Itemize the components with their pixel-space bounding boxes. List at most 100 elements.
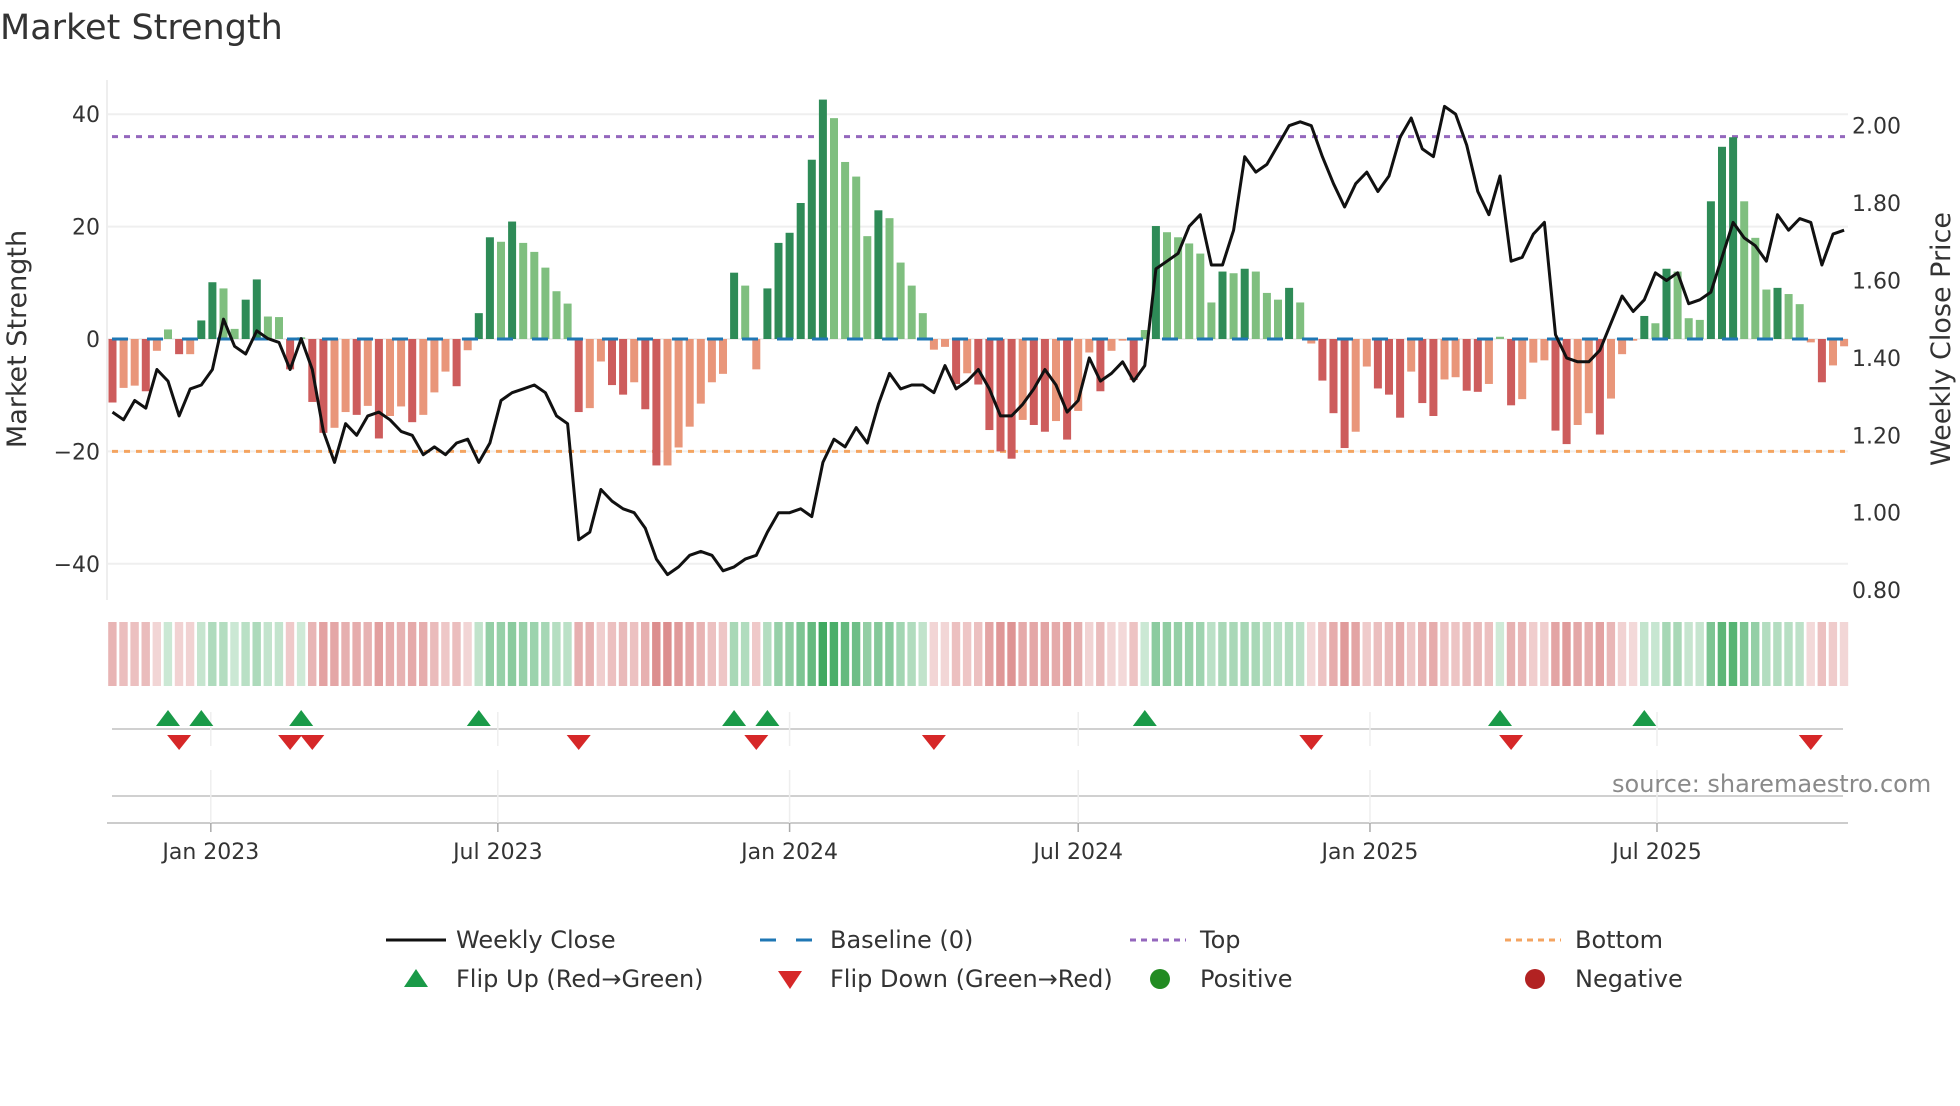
strength-bar [696,339,705,404]
left-axis-label: Market Strength [2,230,33,448]
heat-cell [319,622,328,686]
right-axis-label: Weekly Close Price [1926,212,1957,466]
heat-cell [618,622,628,686]
strength-heat-strip [108,622,1849,686]
x-tick-label: Jan 2023 [160,840,259,865]
flip-down-marker [167,735,192,750]
right-tick-label: 0.80 [1852,579,1901,604]
heat-cell [152,622,161,686]
strength-bar [574,339,583,413]
strength-bar [596,339,605,362]
heat-cell [774,622,783,686]
right-axis-ticks: 2.00 1.80 1.60 1.40 1.20 1.00 0.80 [1852,115,1901,604]
flip-down-marker [744,735,769,750]
heat-cell [130,622,139,686]
flip-up-marker [1632,710,1657,726]
heat-cell [718,622,728,686]
heat-cell [807,622,816,686]
legend-flip_down-label: Flip Down (Green→Red) [830,965,1113,993]
strength-bar [1362,339,1371,367]
heat-cell [607,622,617,686]
heat-cell [552,622,561,686]
strength-bar [552,291,561,339]
strength-bar [408,339,417,423]
heat-cell [1107,622,1116,686]
heat-cell [485,622,494,686]
heat-cell [163,622,173,686]
strength-bar [685,339,694,427]
flip-up-marker [1488,710,1512,726]
strength-bar [130,339,139,386]
strength-bar [630,339,639,383]
strength-bar [441,339,450,372]
strength-bar [1251,271,1260,339]
heat-cell [1129,622,1138,686]
strength-bar [1373,339,1382,389]
flip-up-marker [289,710,314,726]
heat-cell [1162,622,1172,686]
heat-cell [1085,622,1094,686]
heat-cell [430,622,439,686]
heat-cell [385,622,395,686]
strength-bar [830,118,838,339]
heat-cell [1739,622,1749,686]
heat-cell [541,622,550,686]
heat-cell [1151,622,1160,686]
heat-cell [641,622,650,686]
heat-cell [1673,622,1682,686]
heat-cell [962,622,972,686]
heat-cell [1040,622,1049,686]
flip-down-marker [1499,735,1524,750]
heat-cell [1395,622,1405,686]
heat-cell [1595,622,1604,686]
legend-bottom-label: Bottom [1575,926,1663,954]
heat-cell [174,622,184,686]
legend-weekly_close-label: Weekly Close [456,926,616,954]
heat-cell [1462,622,1471,686]
strength-bar [1063,339,1072,440]
strength-bar [1040,339,1049,432]
legend-flip_down-icon [778,971,802,989]
strength-bar [1351,339,1360,432]
strength-bar [585,339,594,409]
strength-bar [1407,339,1416,372]
strength-bar [152,339,161,351]
strength-bar [1829,339,1837,366]
heat-cell [1484,622,1493,686]
strength-bar [1740,201,1749,339]
legend: Weekly Close Baseline (0) Top Bottom Flip Up… [386,926,1683,993]
strength-bar [996,339,1005,452]
flip-up-marker [466,710,491,726]
heat-cell [1140,622,1149,686]
strength-bar [1651,323,1660,339]
strength-bar [1762,289,1771,339]
strength-bar [1718,146,1726,339]
flip-up-marker [189,710,214,726]
legend-negative-label: Negative [1575,965,1683,993]
heat-cell [1529,622,1538,686]
heat-cell [1329,622,1338,686]
strength-bar [1185,243,1194,339]
heat-cell [729,622,739,686]
legend-flip_up-icon [404,969,428,987]
left-tick-label: 20 [72,216,100,241]
heat-cell [1096,622,1105,686]
heat-cell [974,622,983,686]
heat-cell [1418,622,1427,686]
heat-cell [1517,622,1527,686]
strength-bar [452,339,461,387]
heat-cell [1318,622,1327,686]
strength-bar [1529,339,1538,363]
heat-cell [197,622,206,686]
heat-cell [629,622,639,686]
legend-positive-icon [1150,969,1170,989]
x-axis-ticks: Jan 2023 Jul 2023 Jan 2024 Jul 2024 Jan 2025… [160,712,1702,865]
heat-cell [1240,622,1249,686]
strength-bar [1618,339,1627,355]
strength-bar [1751,237,1760,339]
heat-cell [996,622,1005,686]
strength-bar [663,339,672,466]
left-tick-label: −20 [54,440,100,465]
heat-cell [1251,622,1260,686]
strength-bar [164,329,172,339]
